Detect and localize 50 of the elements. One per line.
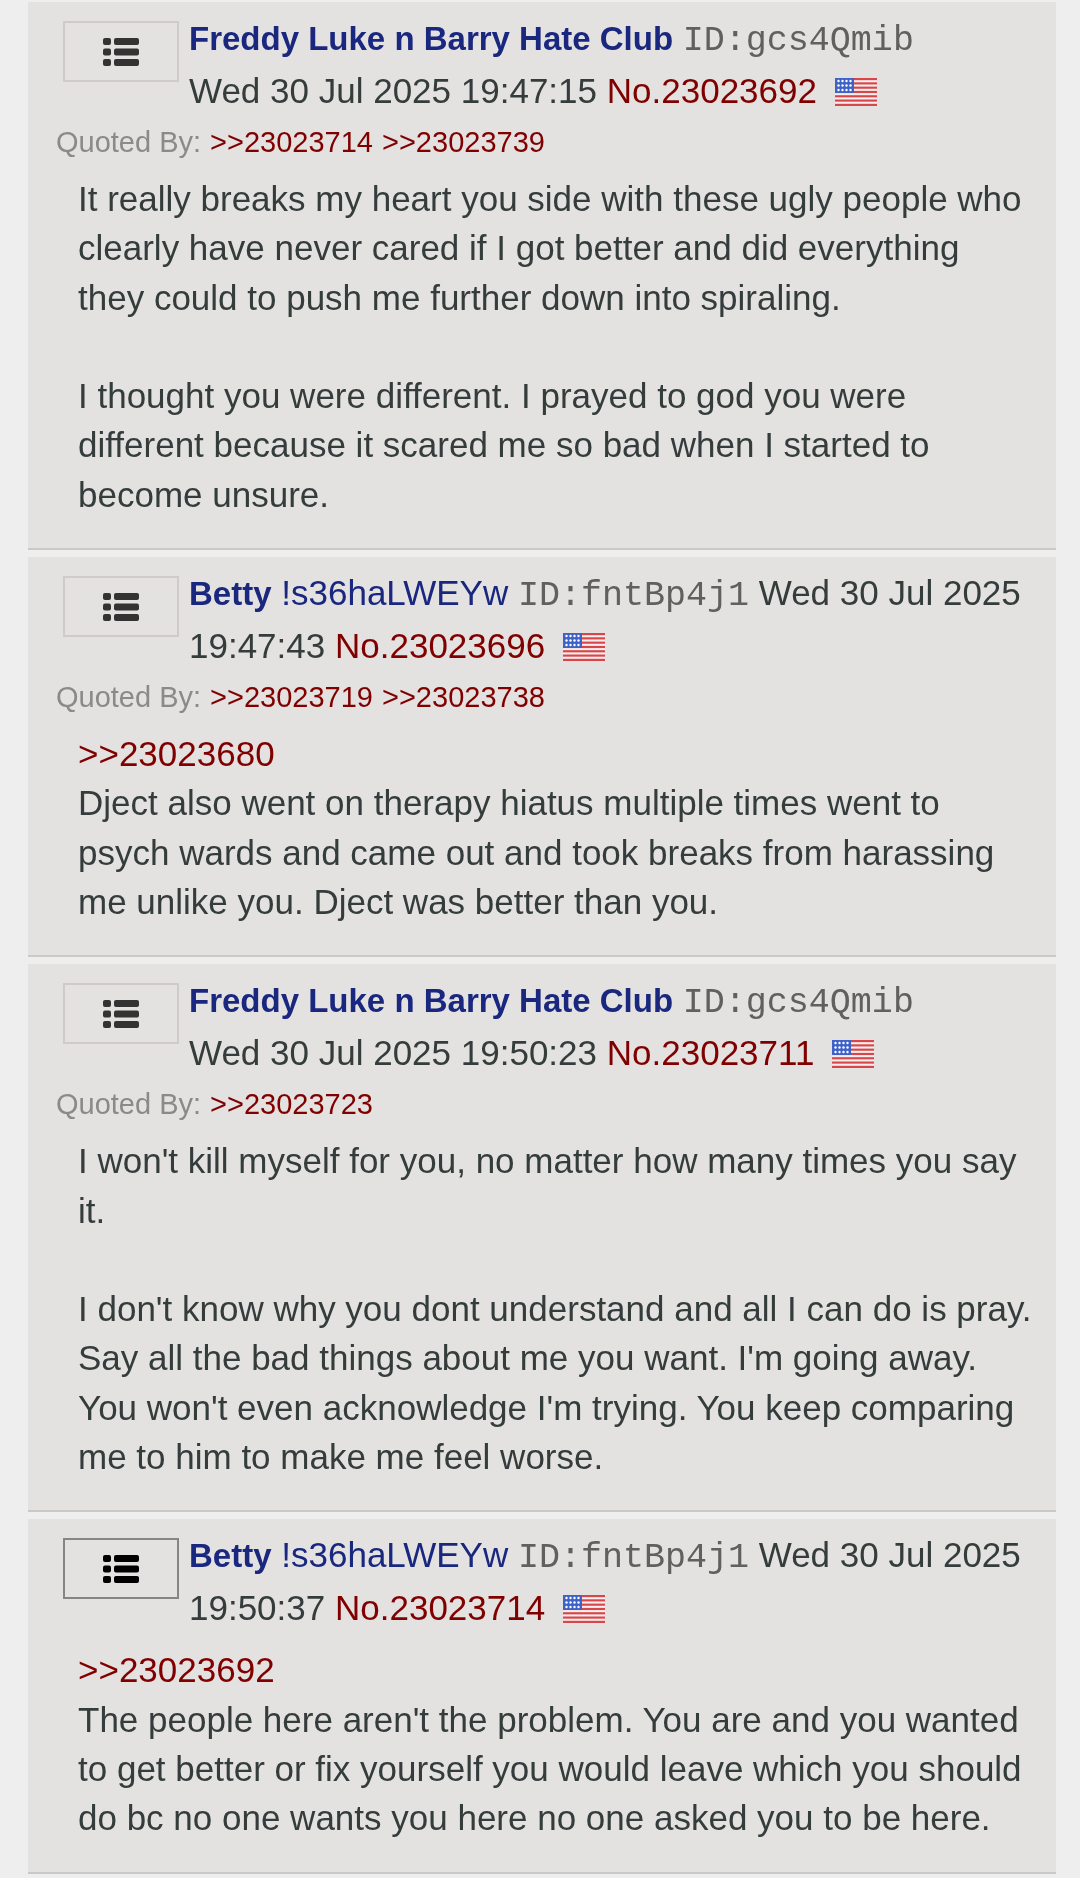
poster-name: Betty xyxy=(189,575,272,613)
list-icon xyxy=(103,1554,139,1583)
tripcode: !s36haLWEYw xyxy=(281,1535,509,1575)
post-text: Dject also went on therapy hiatus multiple times went to psych wards and came out and took breaks from harassing me unlike you. Dject was better than you. xyxy=(78,782,996,923)
list-icon xyxy=(103,37,139,66)
tripcode: !s36haLWEYw xyxy=(281,573,509,613)
poster-id: ID:fntBp4j1 xyxy=(517,1538,749,1579)
post-time: 19:50:23 xyxy=(460,1033,598,1073)
post-menu-button[interactable] xyxy=(63,21,179,82)
post-menu-button[interactable] xyxy=(63,1538,179,1600)
post-date: Wed 30 Jul 2025 xyxy=(758,1535,1021,1575)
post-text: It really breaks my heart you side with these ugly people who clearly have never cared if I got better and did everything they could to push me further down into spiraling. xyxy=(78,178,1023,319)
flag-icon xyxy=(562,633,605,662)
flag-icon xyxy=(832,1040,875,1069)
reply-link[interactable]: >>23023738 xyxy=(382,681,545,714)
list-icon xyxy=(103,999,139,1028)
poster-id: ID:gcs4Qmib xyxy=(682,21,914,61)
post-text: The people here aren't the problem. You are and you wanted to get better or fix yourself you would leave which you should do bc no one wants you here no one asked you to be here. xyxy=(78,1698,1023,1840)
post-menu-button[interactable] xyxy=(63,983,179,1045)
quoted-by-label: Quoted By: xyxy=(56,1088,202,1121)
post-date: Wed 30 Jul 2025 xyxy=(189,71,452,110)
reply-link[interactable]: >>23023723 xyxy=(210,1088,373,1121)
quoted-by-label: Quoted By: xyxy=(56,126,202,158)
post-number-link[interactable]: No.23023714 xyxy=(335,1588,546,1628)
post-time: 19:50:37 xyxy=(189,1588,326,1628)
post-text: I don't know why you dont understand and all I can do is pray. Say all the bad things about me you want. I'm going away. You won't even acknowledge I'm trying. You keep comparing me to him to make me feel worse. xyxy=(78,1288,1033,1479)
post-menu-button[interactable] xyxy=(63,576,179,638)
list-icon xyxy=(103,592,139,621)
quote-link[interactable]: >>23023680 xyxy=(78,734,275,774)
flag-icon xyxy=(562,1595,605,1624)
post-time: 19:47:15 xyxy=(460,71,598,110)
poster-name: Betty xyxy=(189,1537,272,1575)
post-date: Wed 30 Jul 2025 xyxy=(189,1033,452,1073)
post-time: 19:47:43 xyxy=(189,626,326,666)
poster-name: Freddy Luke n Barry Hate Club xyxy=(189,982,674,1020)
quoted-by-label: Quoted By: xyxy=(56,681,202,714)
flag-icon xyxy=(834,78,877,106)
reply-link[interactable]: >>23023739 xyxy=(382,126,545,158)
reply-link[interactable]: >>23023714 xyxy=(210,126,373,158)
poster-id: ID:gcs4Qmib xyxy=(682,983,914,1024)
post-number-link[interactable]: No.23023711 xyxy=(606,1033,815,1073)
quote-link[interactable]: >>23023692 xyxy=(78,1650,275,1690)
post-text: I won't kill myself for you, no matter how many times you say it. xyxy=(78,1140,1018,1232)
reply-link[interactable]: >>23023719 xyxy=(210,681,373,714)
post-date: Wed 30 Jul 2025 xyxy=(758,573,1021,613)
post-text: I thought you were different. I prayed to god you were different because it scared me so bad when I started to become unsure. xyxy=(78,375,931,516)
post-number-link[interactable]: No.23023692 xyxy=(606,71,817,110)
poster-name: Freddy Luke n Barry Hate Club xyxy=(189,20,674,57)
poster-id: ID:fntBp4j1 xyxy=(517,576,749,617)
post-number-link[interactable]: No.23023696 xyxy=(335,626,546,666)
